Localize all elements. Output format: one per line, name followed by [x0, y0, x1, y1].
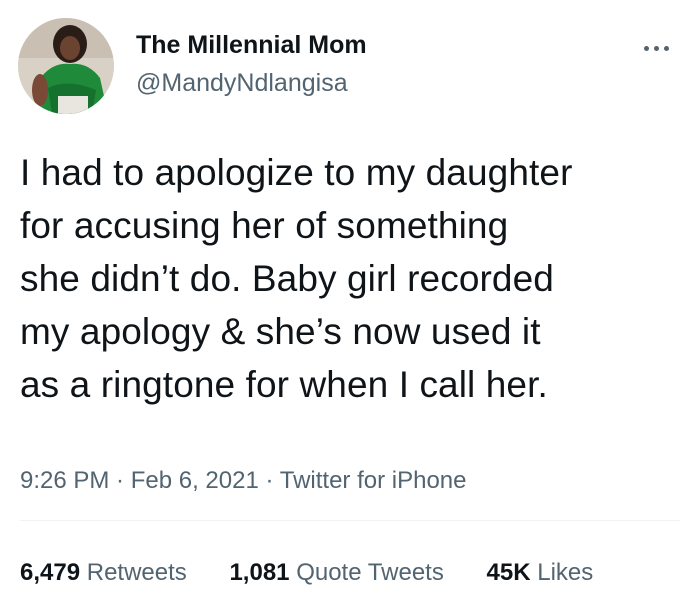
tweet-time[interactable]: 9:26 PM: [20, 467, 109, 494]
tweet-text-line: I had to apologize to my daughter: [20, 152, 573, 193]
quote-tweets-stat[interactable]: 1,081 Quote Tweets: [229, 558, 443, 588]
avatar-image: [18, 18, 114, 114]
tweet-source[interactable]: Twitter for iPhone: [280, 467, 467, 494]
tweet-text: I had to apologize to my daughter for ac…: [20, 146, 690, 411]
tweet-text-line: my apology & she’s now used it: [20, 311, 541, 352]
divider: [20, 520, 680, 521]
tweet-header: The Millennial Mom @MandyNdlangisa: [18, 18, 682, 116]
meta-separator: ·: [109, 467, 131, 494]
tweet-meta: 9:26 PM · Feb 6, 2021 · Twitter for iPho…: [20, 466, 466, 496]
likes-count: 45K: [486, 559, 531, 586]
author-display-name[interactable]: The Millennial Mom: [136, 30, 367, 60]
tweet-text-line: she didn’t do. Baby girl recorded: [20, 258, 554, 299]
quote-tweets-label: Quote Tweets: [296, 559, 444, 586]
quote-tweets-count: 1,081: [229, 559, 290, 586]
avatar[interactable]: [18, 18, 114, 114]
tweet-date[interactable]: Feb 6, 2021: [131, 467, 259, 494]
likes-stat[interactable]: 45K Likes: [487, 558, 594, 588]
retweets-stat[interactable]: 6,479 Retweets: [20, 558, 187, 588]
author-names: The Millennial Mom @MandyNdlangisa: [136, 30, 367, 98]
more-dots-icon[interactable]: [636, 38, 676, 58]
tweet-card: The Millennial Mom @MandyNdlangisa I had…: [0, 0, 700, 608]
meta-separator: ·: [258, 467, 280, 494]
tweet-text-line: for accusing her of something: [20, 205, 509, 246]
retweets-count: 6,479: [20, 559, 81, 586]
retweets-label: Retweets: [86, 559, 187, 586]
likes-label: Likes: [537, 559, 594, 586]
tweet-text-line: as a ringtone for when I call her.: [20, 364, 548, 405]
author-handle[interactable]: @MandyNdlangisa: [136, 68, 367, 98]
tweet-stats: 6,479 Retweets 1,081 Quote Tweets 45K Li…: [20, 558, 629, 588]
